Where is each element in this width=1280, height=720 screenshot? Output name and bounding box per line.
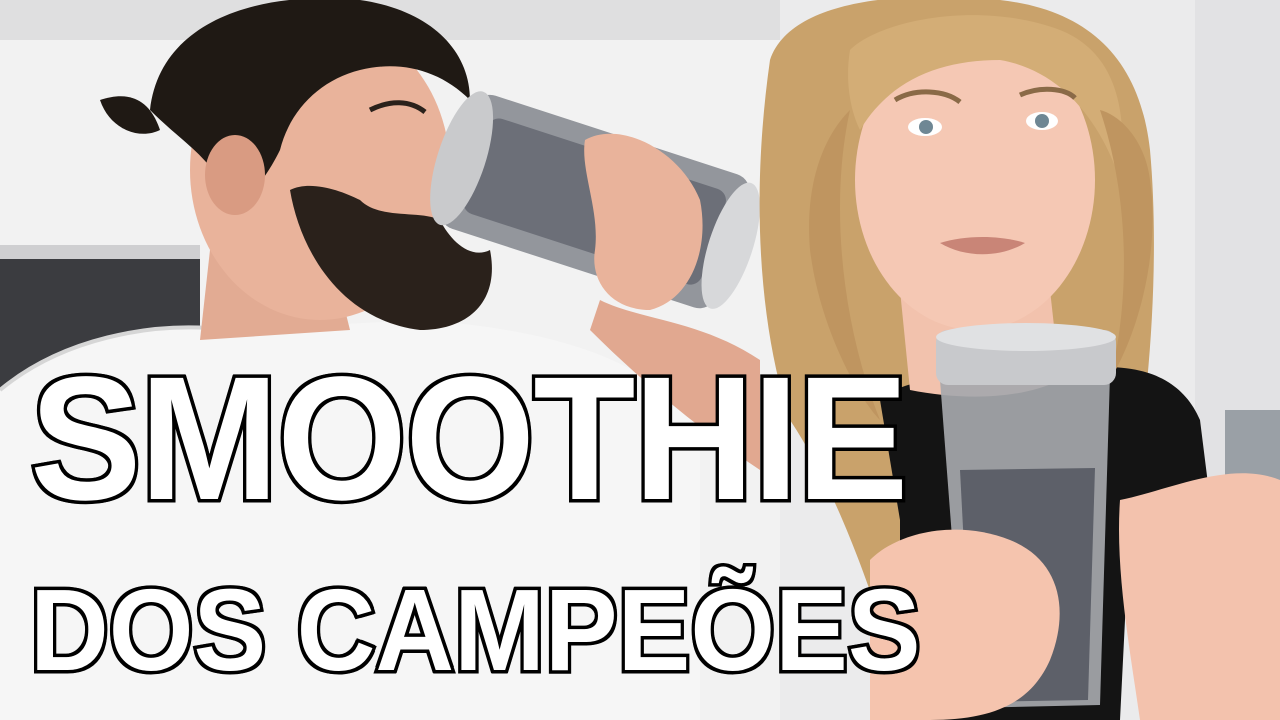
thumbnail-title: SMOOTHIE DOS CAMPEÕES: [27, 338, 924, 699]
title-line-dos-campeoes: DOS CAMPEÕES: [27, 562, 924, 699]
video-thumbnail[interactable]: SMOOTHIE DOS CAMPEÕES: [0, 0, 1280, 720]
title-line-smoothie: SMOOTHIE: [27, 338, 912, 541]
